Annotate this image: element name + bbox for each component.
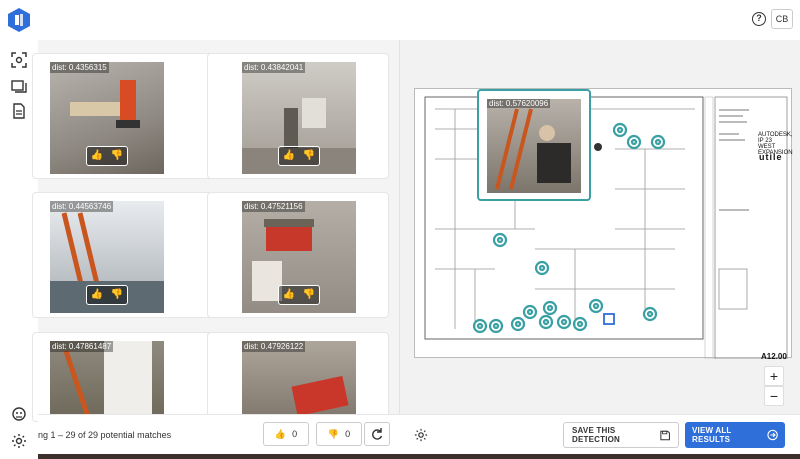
result-card[interactable]: dist: 0.47521156 👍 👎 <box>207 192 389 318</box>
refresh-icon <box>372 428 383 440</box>
thumbs-up-count: 0 <box>292 429 298 439</box>
thumbs-down-count: 0 <box>345 429 351 439</box>
detection-popup[interactable]: dist: 0.57620096 <box>477 89 591 201</box>
robot-icon[interactable] <box>11 406 27 422</box>
arrow-right-circle-icon <box>767 429 778 441</box>
thumbs-down-icon: 👎 <box>327 428 340 439</box>
refresh-button[interactable] <box>364 422 390 446</box>
result-thumbnail[interactable]: dist: 0.43842041 👍 👎 <box>242 62 356 174</box>
result-thumbnail[interactable]: dist: 0.4356315 👍 👎 <box>50 62 164 174</box>
result-card[interactable]: dist: 0.44563746 👍 👎 <box>32 192 214 318</box>
document-icon[interactable] <box>11 103 27 119</box>
vote-buttons[interactable]: 👍 👎 <box>86 285 128 305</box>
thumbs-down-icon[interactable]: 👎 <box>111 151 123 161</box>
bottom-bar: ng 1 – 29 of 29 potential matches 👍 0 👎 0 … <box>38 414 800 454</box>
user-avatar[interactable]: CB <box>771 9 793 29</box>
save-detection-label: SAVE THIS DETECTION <box>572 426 621 444</box>
view-all-label: VIEW ALL RESULTS <box>692 426 732 444</box>
save-icon <box>660 430 670 440</box>
thumbs-up-filter-button[interactable]: 👍 0 <box>263 422 309 446</box>
settings-gear-icon[interactable] <box>11 433 27 449</box>
vote-buttons[interactable]: 👍 👎 <box>86 146 128 166</box>
result-card[interactable]: dist: 0.47861487 <box>32 332 214 423</box>
thumbs-up-icon: 👍 <box>274 428 287 439</box>
distance-label: dist: 0.47521156 <box>242 201 305 212</box>
thumbs-up-icon[interactable]: 👍 <box>283 290 295 300</box>
distance-label: dist: 0.43842041 <box>242 62 306 73</box>
zoom-in-button[interactable]: + <box>764 366 784 386</box>
top-bar: ? CB <box>0 0 800 40</box>
brand-text: utile <box>759 152 783 162</box>
thumbs-up-icon[interactable]: 👍 <box>91 290 103 300</box>
result-thumbnail[interactable]: dist: 0.47521156 👍 👎 <box>242 201 356 313</box>
results-count-text: ng 1 – 29 of 29 potential matches <box>38 430 172 440</box>
sheet-number: A12.00 <box>761 352 787 361</box>
scan-icon[interactable] <box>11 52 27 68</box>
view-all-results-button[interactable]: VIEW ALL RESULTS <box>685 422 785 448</box>
result-thumbnail[interactable]: dist: 0.44563746 👍 👎 <box>50 201 164 313</box>
distance-label: dist: 0.47861487 <box>50 341 114 352</box>
distance-label: dist: 0.47926122 <box>242 341 306 352</box>
result-thumbnail[interactable]: dist: 0.47926122 <box>242 341 356 423</box>
thumbs-up-icon[interactable]: 👍 <box>283 151 295 161</box>
result-card[interactable]: dist: 0.43842041 👍 👎 <box>207 53 389 179</box>
vote-buttons[interactable]: 👍 👎 <box>278 146 320 166</box>
results-panel[interactable]: dist: 0.4356315 👍 👎 dist: 0.43842041 👍 👎 d… <box>32 40 400 423</box>
gallery-icon[interactable] <box>11 78 27 94</box>
result-card[interactable]: dist: 0.47926122 <box>207 332 389 423</box>
app-logo-icon[interactable] <box>8 8 30 32</box>
thumbs-down-icon[interactable]: 👎 <box>303 290 315 300</box>
distance-label: dist: 0.44563746 <box>50 201 114 212</box>
distance-label: dist: 0.4356315 <box>50 62 109 73</box>
thumbs-down-icon[interactable]: 👎 <box>303 151 315 161</box>
result-card[interactable]: dist: 0.4356315 👍 👎 <box>32 53 214 179</box>
floor-plan-panel[interactable]: + − A12.00 AUTODESK, IP 23 WEST EXPANSIO… <box>400 40 800 414</box>
zoom-out-button[interactable]: − <box>764 386 784 406</box>
thumbs-down-filter-button[interactable]: 👎 0 <box>316 422 362 446</box>
popup-image[interactable] <box>487 99 581 193</box>
help-icon[interactable]: ? <box>752 12 766 26</box>
plan-settings-icon[interactable] <box>414 428 428 442</box>
thumbs-down-icon[interactable]: 👎 <box>111 290 123 300</box>
save-detection-button[interactable]: SAVE THIS DETECTION <box>563 422 679 448</box>
result-thumbnail[interactable]: dist: 0.47861487 <box>50 341 164 423</box>
vote-buttons[interactable]: 👍 👎 <box>278 285 320 305</box>
thumbs-up-icon[interactable]: 👍 <box>91 151 103 161</box>
popup-distance-label: dist: 0.57620096 <box>487 99 551 108</box>
